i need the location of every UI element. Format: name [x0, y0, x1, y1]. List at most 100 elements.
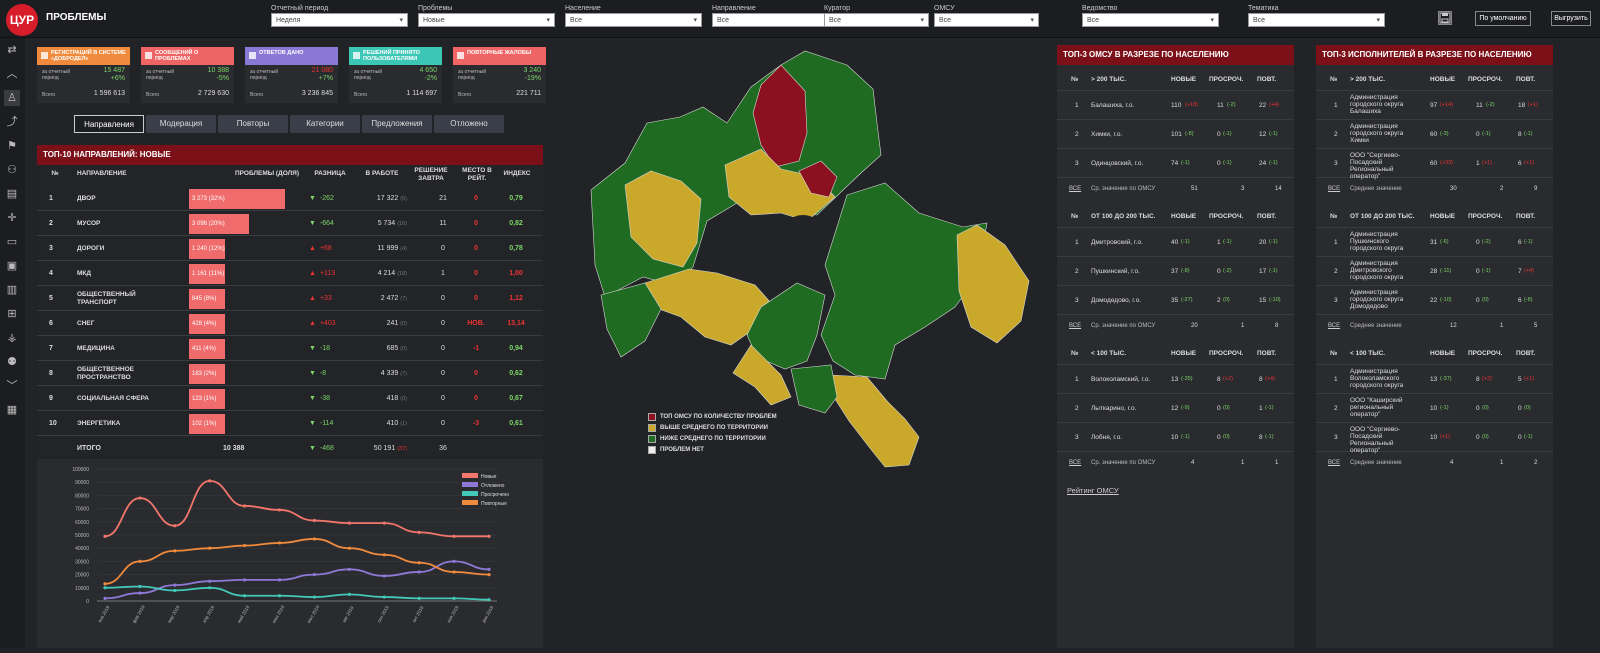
data-point[interactable] — [347, 546, 351, 550]
data-point[interactable] — [417, 570, 421, 574]
data-point[interactable] — [452, 596, 456, 600]
col-repeat[interactable]: ПОВТ. — [1257, 213, 1276, 220]
floppy-icon[interactable] — [1438, 11, 1452, 25]
data-point[interactable] — [347, 592, 351, 596]
list-item[interactable]: 3 Лобня, г.о. 10 (-1) 0 (0) 8 (-1) — [1057, 423, 1294, 452]
data-point[interactable] — [208, 579, 212, 583]
filter-select[interactable]: Новые — [418, 13, 555, 28]
list-item[interactable]: 1 Администрация Пушкинского городского ок… — [1316, 228, 1553, 257]
data-point[interactable] — [138, 584, 142, 589]
col-new[interactable]: НОВЫЕ — [1171, 76, 1196, 83]
show-all-link[interactable]: ВСЕ — [1328, 323, 1340, 329]
list-item[interactable]: 1 Волоколамский, г.о. 13 (-35) 8 (+2) 8 (+4) — [1057, 365, 1294, 394]
clipboard-icon[interactable]: ▥ — [4, 282, 20, 298]
data-point[interactable] — [487, 598, 491, 602]
series-line-1[interactable] — [104, 560, 490, 600]
data-point[interactable] — [382, 595, 386, 599]
data-point[interactable] — [103, 586, 107, 590]
data-point[interactable] — [312, 537, 317, 541]
list-item[interactable]: 1 Балашиха, г.о. 110 (+18) 11 (-2) 22 (+4) — [1057, 91, 1294, 120]
list-item[interactable]: 3 Администрация городского округа Домодед… — [1316, 286, 1553, 315]
filter-select[interactable]: Все — [1082, 13, 1219, 28]
table-row[interactable]: 6 СНЕГ 428 (4%) ▲ +403 241 (0) 0 НОВ. 13,14 — [37, 311, 543, 336]
kpi-card[interactable]: РЕГИСТРАЦИЙ В СИСТЕМЕ «ДОБРОДЕЛ» за отчет… — [37, 47, 130, 103]
show-all-link[interactable]: ВСЕ — [1328, 460, 1340, 466]
data-point[interactable] — [208, 546, 212, 550]
table-header[interactable]: ИНДЕКС — [497, 170, 537, 178]
filter-select[interactable]: Все — [934, 13, 1039, 28]
col-new[interactable]: НОВЫЕ — [1430, 350, 1455, 357]
chevron-down-icon[interactable]: ﹀ — [4, 378, 20, 394]
data-point[interactable] — [417, 530, 421, 534]
data-point[interactable] — [138, 496, 142, 500]
list-item[interactable]: 3 ООО "Сергиево-Посадский Региональный оп… — [1316, 149, 1553, 180]
list-item[interactable]: 3 Одинцовский, г.о. 74 (-1) 0 (-1) 24 (-1) — [1057, 149, 1294, 178]
table-row[interactable]: 1 ДВОР 3 273 (32%) ▼ -262 17 322 (5) 21 0 0,79 — [37, 186, 543, 211]
tab-1[interactable]: Модерация — [146, 115, 216, 133]
table-row[interactable]: 7 МЕДИЦИНА 411 (4%) ▼ -18 685 (0) 0 -1 0,94 — [37, 336, 543, 361]
col-repeat[interactable]: ПОВТ. — [1516, 350, 1535, 357]
show-all-link[interactable]: ВСЕ — [1069, 323, 1081, 329]
data-point[interactable] — [103, 534, 107, 538]
show-all-link[interactable]: ВСЕ — [1069, 186, 1081, 192]
col-repeat[interactable]: ПОВТ. — [1516, 213, 1535, 220]
show-all-link[interactable]: ВСЕ — [1069, 460, 1081, 466]
document-icon[interactable]: ▤ — [4, 186, 20, 202]
notes-icon[interactable]: ▦ — [4, 402, 20, 418]
col-late[interactable]: ПРОСРОЧ. — [1468, 213, 1502, 220]
data-point[interactable] — [382, 521, 386, 525]
table-header[interactable]: МЕСТО В РЕЙТ. — [457, 167, 497, 183]
data-point[interactable] — [417, 596, 421, 600]
data-point[interactable] — [487, 567, 491, 571]
data-point[interactable] — [487, 573, 491, 577]
table-row[interactable]: 9 СОЦИАЛЬНАЯ СФЕРА 123 (1%) ▼ -38 418 (0) 0 0 0,6… — [37, 386, 543, 411]
tab-4[interactable]: Предложения — [362, 115, 432, 133]
col-late[interactable]: ПРОСРОЧ. — [1209, 350, 1243, 357]
data-point[interactable] — [208, 479, 212, 483]
omsu-rating-link[interactable]: Рейтинг ОМСУ — [1067, 486, 1119, 495]
table-row[interactable]: 4 МКД 1 161 (11%) ▲ +113 4 214 (18) 1 0 1,00 — [37, 261, 543, 286]
data-point[interactable] — [277, 578, 282, 582]
data-point[interactable] — [173, 583, 177, 587]
filter-select[interactable]: Все — [824, 13, 929, 28]
data-point[interactable] — [243, 504, 247, 508]
table-row[interactable]: 10 ЭНЕРГЕТИКА 102 (1%) ▼ -114 410 (1) 0 -3 0,61 — [37, 411, 543, 436]
route-icon[interactable]: ⤴ — [4, 114, 20, 130]
col-late[interactable]: ПРОСРОЧ. — [1209, 213, 1243, 220]
data-point[interactable] — [382, 553, 386, 557]
chevron-up-icon[interactable]: ︿ — [4, 66, 20, 82]
default-button[interactable]: По умолчанию — [1475, 11, 1531, 26]
list-item[interactable]: 2 Пушкинский, г.о. 37 (-8) 0 (-2) 17 (-1) — [1057, 257, 1294, 286]
data-point[interactable] — [452, 534, 456, 538]
series-line-2[interactable] — [104, 585, 490, 601]
data-point[interactable] — [277, 508, 282, 512]
col-repeat[interactable]: ПОВТ. — [1257, 76, 1276, 83]
kpi-card[interactable]: ПОВТОРНЫЕ ЖАЛОБЫ за отчетный период 3 240-… — [453, 47, 546, 103]
data-point[interactable] — [347, 567, 351, 571]
list-item[interactable]: 1 Администрация Волоколамского городского… — [1316, 365, 1553, 394]
data-point[interactable] — [173, 549, 177, 553]
list-item[interactable]: 2 Лыткарино, г.о. 12 (-9) 0 (0) 1 (-1) — [1057, 394, 1294, 423]
table-header[interactable]: РАЗНИЦА — [305, 170, 355, 178]
table-header[interactable]: НАПРАВЛЕНИЕ — [77, 170, 137, 178]
table-row[interactable]: 3 ДОРОГИ 1 240 (12%) ▲ +68 11 999 (4) 0 0 0,78 — [37, 236, 543, 261]
filter-select[interactable]: Неделя — [271, 13, 408, 28]
data-point[interactable] — [277, 594, 282, 598]
data-point[interactable] — [103, 596, 107, 600]
kpi-card[interactable]: РЕШЕНИЙ ПРИНЯТО ПОЛЬЗОВАТЕЛЯМИ за отчетны… — [349, 47, 442, 103]
data-point[interactable] — [347, 521, 351, 525]
hierarchy-icon[interactable]: ⊞ — [4, 306, 20, 322]
list-item[interactable]: 2 Администрация городского округа Химки 60… — [1316, 120, 1553, 149]
person-icon[interactable]: ♙ — [4, 90, 20, 106]
data-point[interactable] — [277, 541, 282, 545]
data-point[interactable] — [138, 559, 142, 563]
data-point[interactable] — [312, 518, 317, 523]
tab-2[interactable]: Повторы — [218, 115, 288, 133]
tab-0[interactable]: Направления — [74, 115, 144, 133]
col-repeat[interactable]: ПОВТ. — [1516, 76, 1535, 83]
list-item[interactable]: 3 ООО "Сергиево-Посадский Региональный оп… — [1316, 423, 1553, 454]
data-point[interactable] — [312, 595, 317, 599]
data-point[interactable] — [173, 524, 177, 528]
data-point[interactable] — [452, 570, 456, 574]
list-item[interactable]: 1 Администрация городского округа Балаших… — [1316, 91, 1553, 120]
